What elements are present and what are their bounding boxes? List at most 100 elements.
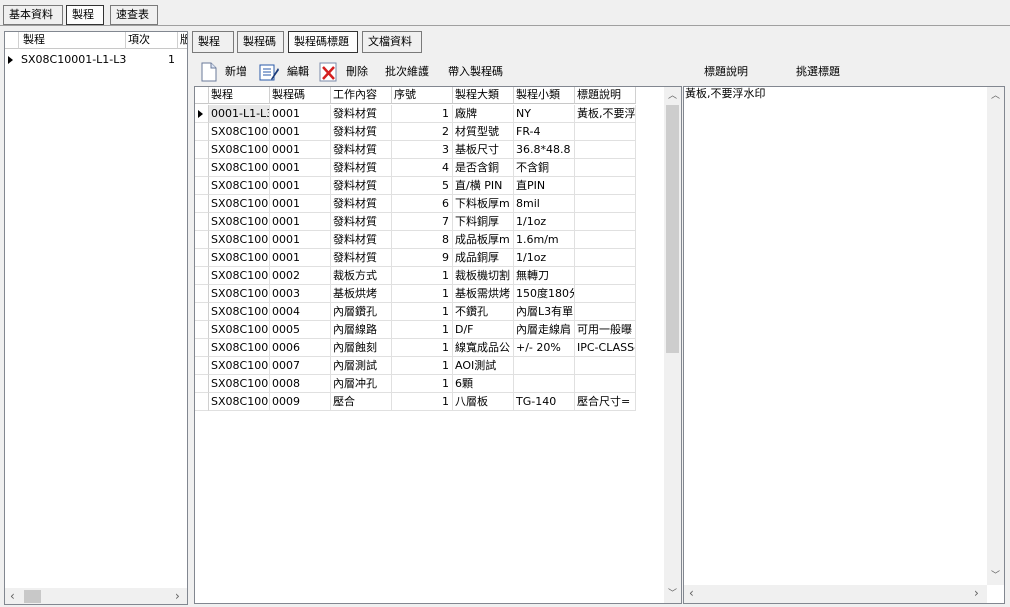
row-selector[interactable]: [195, 357, 209, 375]
cell-title-description[interactable]: [575, 375, 636, 393]
cell-sequence[interactable]: 9: [392, 249, 453, 267]
cell-minor-category[interactable]: 直PIN: [514, 177, 575, 195]
cell-minor-category[interactable]: [514, 357, 575, 375]
cell-title-description[interactable]: IPC-CLASS-: [575, 339, 636, 357]
title-description-textbox[interactable]: 黃板,不要浮水印 ︿ ﹀ ‹ ›: [683, 86, 1005, 604]
cell-process-code[interactable]: 0008: [270, 375, 331, 393]
cell-process-code[interactable]: 0005: [270, 321, 331, 339]
cell-work-content[interactable]: 內層冲孔: [331, 375, 392, 393]
left-cell-index[interactable]: 1: [126, 51, 178, 69]
cell-process-code[interactable]: 0001: [270, 105, 331, 123]
table-row[interactable]: SX08C1000 0008 內層冲孔 1 6顆: [195, 375, 665, 393]
header-major-category[interactable]: 製程大類: [453, 87, 514, 104]
cell-process-code[interactable]: 0001: [270, 123, 331, 141]
cell-title-description[interactable]: [575, 285, 636, 303]
table-row[interactable]: SX08C1000 0001 發料材質 8 成品板厚m 1.6m/m: [195, 231, 665, 249]
cell-title-description[interactable]: [575, 177, 636, 195]
cell-title-description[interactable]: 壓合尺寸=: [575, 393, 636, 411]
cell-process[interactable]: SX08C1000: [209, 393, 270, 411]
cell-major-category[interactable]: 廠牌: [453, 105, 514, 123]
cell-process-code[interactable]: 0001: [270, 249, 331, 267]
cell-process-code[interactable]: 0002: [270, 267, 331, 285]
header-sequence[interactable]: 序號: [392, 87, 453, 104]
row-selector[interactable]: [195, 375, 209, 393]
cell-process[interactable]: SX08C1000: [209, 141, 270, 159]
cell-minor-category[interactable]: 36.8*48.8: [514, 141, 575, 159]
text-scroll-down-icon[interactable]: ﹀: [991, 571, 1000, 581]
table-row[interactable]: SX08C1000 0001 發料材質 4 是否含銅 不含銅: [195, 159, 665, 177]
cell-process-code[interactable]: 0004: [270, 303, 331, 321]
cell-sequence[interactable]: 1: [392, 285, 453, 303]
cell-process[interactable]: SX08C1000: [209, 375, 270, 393]
cell-minor-category[interactable]: 內層走線肩: [514, 321, 575, 339]
header-work-content[interactable]: 工作內容: [331, 87, 392, 104]
cell-process-code[interactable]: 0001: [270, 177, 331, 195]
cell-sequence[interactable]: 6: [392, 195, 453, 213]
text-scroll-left-icon[interactable]: ‹: [689, 587, 694, 599]
cell-title-description[interactable]: [575, 141, 636, 159]
table-row[interactable]: SX08C1000 0001 發料材質 2 材質型號 FR-4: [195, 123, 665, 141]
cell-work-content[interactable]: 內層蝕刻: [331, 339, 392, 357]
cell-process-code[interactable]: 0001: [270, 141, 331, 159]
cell-minor-category[interactable]: 1.6m/m: [514, 231, 575, 249]
cell-process[interactable]: SX08C1000: [209, 195, 270, 213]
cell-minor-category[interactable]: +/- 20%: [514, 339, 575, 357]
scroll-right-icon[interactable]: ›: [175, 590, 180, 602]
cell-work-content[interactable]: 發料材質: [331, 159, 392, 177]
cell-sequence[interactable]: 1: [392, 393, 453, 411]
cell-minor-category[interactable]: 內層L3有單: [514, 303, 575, 321]
text-scroll-up-icon[interactable]: ︿: [991, 91, 1000, 101]
import-process-code-button[interactable]: 帶入製程碼: [448, 62, 512, 82]
cell-sequence[interactable]: 8: [392, 231, 453, 249]
cell-work-content[interactable]: 基板烘烤: [331, 285, 392, 303]
subtab-process[interactable]: 製程: [192, 31, 234, 53]
cell-work-content[interactable]: 發料材質: [331, 213, 392, 231]
row-selector[interactable]: [5, 51, 19, 69]
cell-title-description[interactable]: [575, 231, 636, 249]
cell-work-content[interactable]: 內層測試: [331, 357, 392, 375]
cell-work-content[interactable]: 發料材質: [331, 105, 392, 123]
cell-major-category[interactable]: 裁板機切割: [453, 267, 514, 285]
row-selector[interactable]: [195, 141, 209, 159]
cell-minor-category[interactable]: FR-4: [514, 123, 575, 141]
cell-sequence[interactable]: 1: [392, 303, 453, 321]
cell-process[interactable]: SX08C1000: [209, 177, 270, 195]
cell-work-content[interactable]: 內層鑽孔: [331, 303, 392, 321]
table-row[interactable]: SX08C1000 0001 發料材質 3 基板尺寸 36.8*48.8: [195, 141, 665, 159]
subtab-document[interactable]: 文檔資料: [362, 31, 422, 53]
cell-process[interactable]: 0001-L1-L3: [209, 105, 270, 123]
cell-title-description[interactable]: [575, 195, 636, 213]
batch-maintain-button[interactable]: 批次維護: [385, 62, 441, 82]
cell-title-description[interactable]: [575, 249, 636, 267]
scroll-up-icon[interactable]: ︿: [668, 91, 677, 101]
cell-minor-category[interactable]: NY: [514, 105, 575, 123]
cell-major-category[interactable]: D/F: [453, 321, 514, 339]
row-selector[interactable]: [195, 105, 209, 123]
text-vscrollbar[interactable]: ︿ ﹀: [987, 87, 1004, 585]
cell-minor-category[interactable]: 8mil: [514, 195, 575, 213]
edit-button[interactable]: 編輯: [258, 62, 313, 82]
cell-minor-category[interactable]: 150度180分: [514, 285, 575, 303]
cell-work-content[interactable]: 發料材質: [331, 195, 392, 213]
cell-major-category[interactable]: 直/横 PIN: [453, 177, 514, 195]
cell-sequence[interactable]: 3: [392, 141, 453, 159]
header-process[interactable]: 製程: [209, 87, 270, 104]
cell-work-content[interactable]: 發料材質: [331, 177, 392, 195]
tab-quick-lookup[interactable]: 速查表: [110, 5, 158, 25]
row-selector[interactable]: [195, 123, 209, 141]
cell-process-code[interactable]: 0006: [270, 339, 331, 357]
text-hscrollbar[interactable]: ‹ ›: [684, 585, 987, 603]
text-scroll-right-icon[interactable]: ›: [974, 587, 979, 599]
cell-sequence[interactable]: 1: [392, 321, 453, 339]
grid-vscroll-thumb[interactable]: [666, 105, 679, 353]
row-selector[interactable]: [195, 195, 209, 213]
row-selector[interactable]: [195, 267, 209, 285]
cell-work-content[interactable]: 發料材質: [331, 141, 392, 159]
cell-major-category[interactable]: 不鑽孔: [453, 303, 514, 321]
table-row[interactable]: SX08C1000 0001 發料材質 5 直/横 PIN 直PIN: [195, 177, 665, 195]
left-header-version[interactable]: 版: [178, 32, 187, 49]
cell-title-description[interactable]: [575, 159, 636, 177]
row-selector[interactable]: [195, 321, 209, 339]
cell-process-code[interactable]: 0007: [270, 357, 331, 375]
cell-sequence[interactable]: 1: [392, 357, 453, 375]
